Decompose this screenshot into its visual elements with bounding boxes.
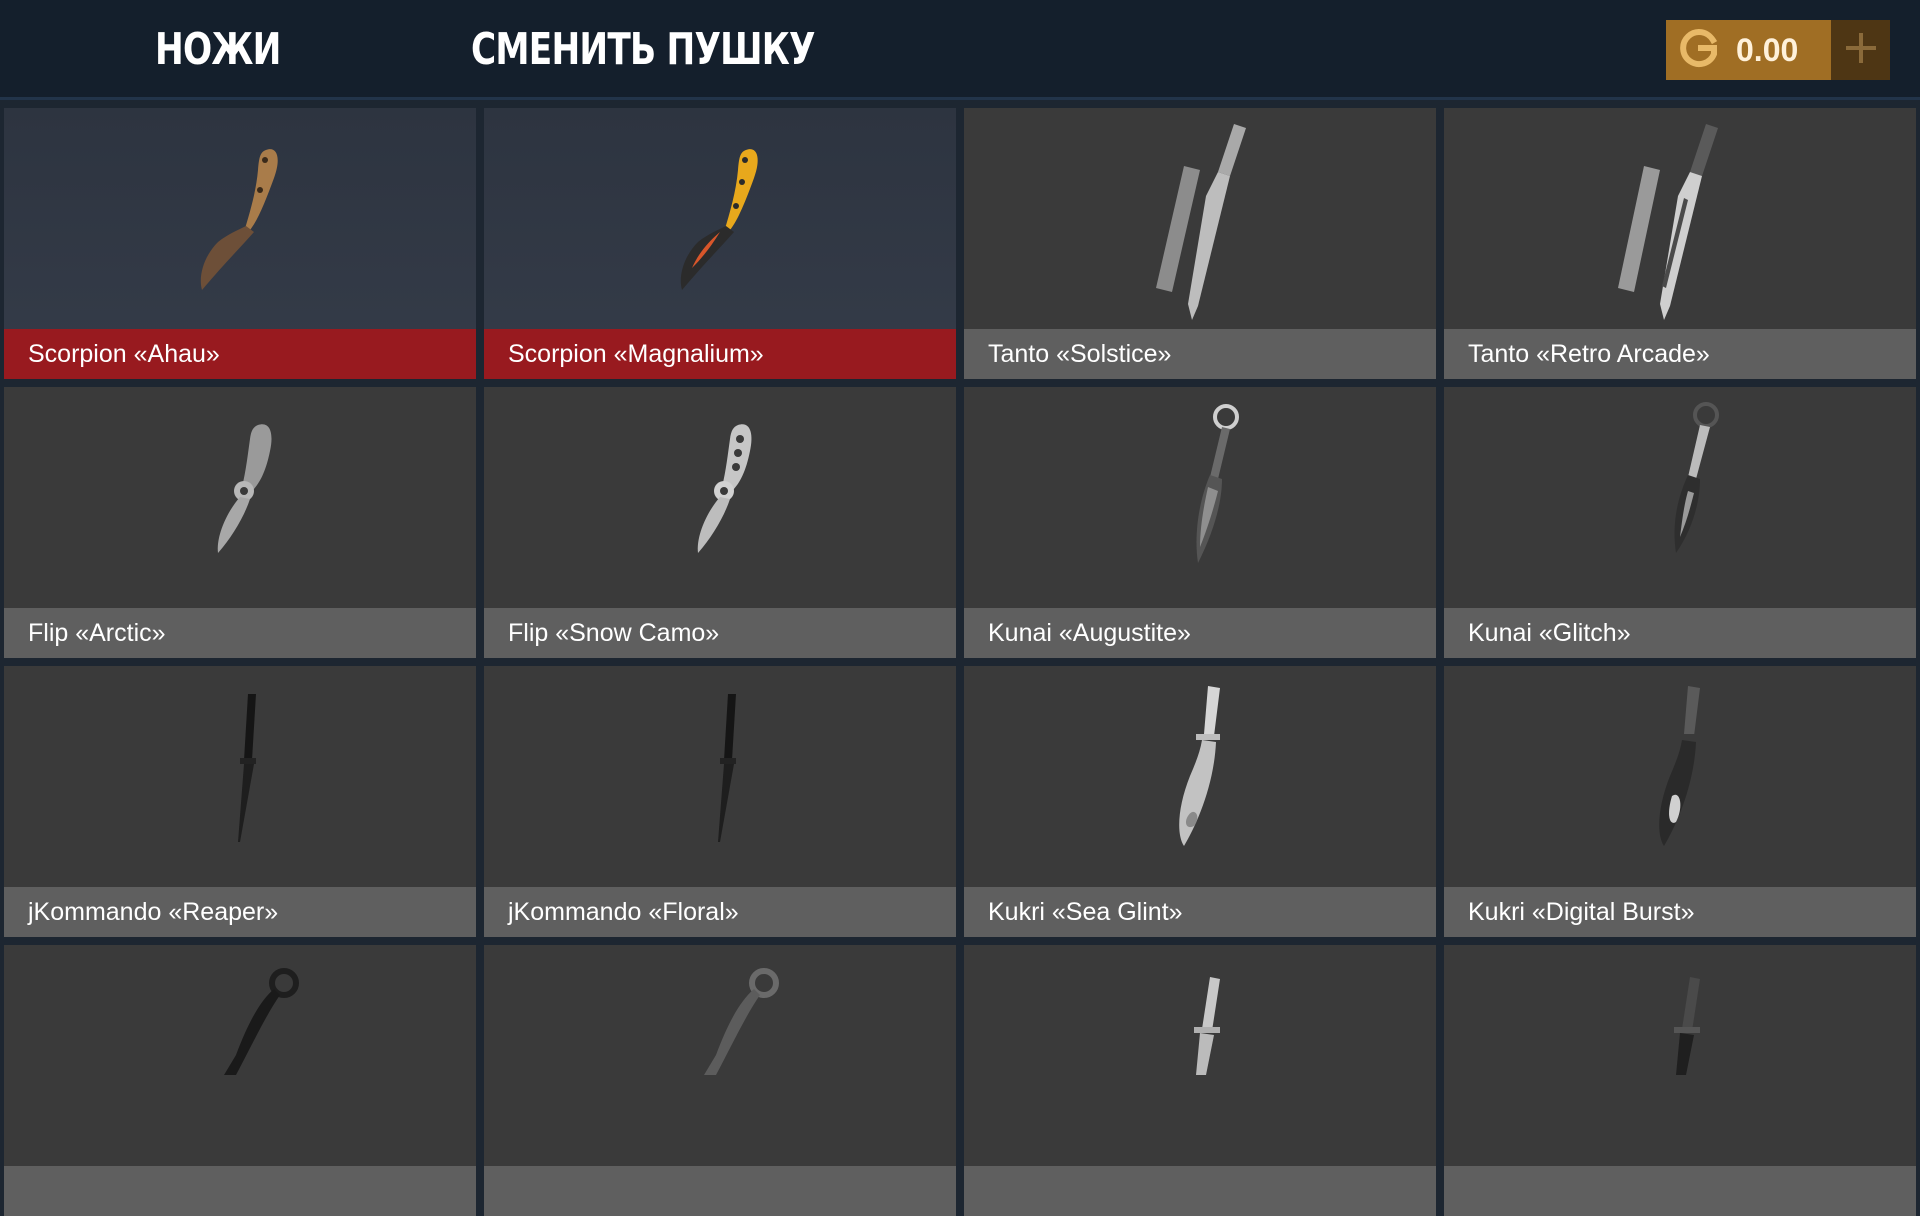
jkommando-knife-icon: [4, 666, 476, 887]
knife-label: Kunai «Glitch»: [1444, 608, 1916, 658]
balance-display: 0.00: [1666, 20, 1831, 80]
knife-label: Flip «Arctic»: [4, 608, 476, 658]
tanto-knife-icon: [1444, 108, 1916, 329]
knife-card[interactable]: [1444, 945, 1916, 1216]
knife-card[interactable]: Scorpion «Ahau»: [4, 108, 476, 379]
tanto-knife-icon: [964, 108, 1436, 329]
add-currency-button[interactable]: [1831, 20, 1890, 80]
knife-label: jKommando «Reaper»: [4, 887, 476, 937]
knife-card[interactable]: Flip «Snow Camo»: [484, 387, 956, 658]
dagger-knife-icon: [1444, 945, 1916, 1166]
knife-card[interactable]: Kunai «Glitch»: [1444, 387, 1916, 658]
knife-card[interactable]: [4, 945, 476, 1216]
knife-card[interactable]: jKommando «Floral»: [484, 666, 956, 937]
knife-label: Tanto «Solstice»: [964, 329, 1436, 379]
knife-label: [1444, 1166, 1916, 1216]
knife-card[interactable]: [484, 945, 956, 1216]
currency-balance-button[interactable]: 0.00: [1666, 20, 1890, 80]
knife-label: Flip «Snow Camo»: [484, 608, 956, 658]
knife-grid: Scorpion «Ahau» Scorpion «Magnalium» Tan…: [4, 108, 1916, 1216]
knife-card[interactable]: Kunai «Augustite»: [964, 387, 1436, 658]
knife-card[interactable]: Kukri «Digital Burst»: [1444, 666, 1916, 937]
kunai-knife-icon: [964, 387, 1436, 608]
knife-card[interactable]: Tanto «Retro Arcade»: [1444, 108, 1916, 379]
knife-label: Tanto «Retro Arcade»: [1444, 329, 1916, 379]
knife-card[interactable]: Scorpion «Magnalium»: [484, 108, 956, 379]
jkommando-knife-icon: [484, 666, 956, 887]
knife-label: Scorpion «Ahau»: [4, 329, 476, 379]
balance-value: 0.00: [1736, 31, 1799, 68]
knife-label: Scorpion «Magnalium»: [484, 329, 956, 379]
knife-card[interactable]: Flip «Arctic»: [4, 387, 476, 658]
g-coin-icon: [1680, 28, 1720, 73]
karambit-knife-icon: [484, 945, 956, 1166]
plus-icon: [1844, 31, 1878, 70]
dagger-knife-icon: [964, 945, 1436, 1166]
knife-label: [4, 1166, 476, 1216]
knife-label: Kunai «Augustite»: [964, 608, 1436, 658]
top-bar: НОЖИ СМЕНИТЬ ПУШКУ 0.00: [0, 0, 1920, 100]
scorpion-knife-icon: [484, 108, 956, 329]
knife-card[interactable]: Kukri «Sea Glint»: [964, 666, 1436, 937]
kunai-knife-icon: [1444, 387, 1916, 608]
knife-card[interactable]: Tanto «Solstice»: [964, 108, 1436, 379]
scorpion-knife-icon: [4, 108, 476, 329]
knife-label: [964, 1166, 1436, 1216]
knife-card[interactable]: jKommando «Reaper»: [4, 666, 476, 937]
tab-change-gun[interactable]: СМЕНИТЬ ПУШКУ: [471, 22, 815, 78]
flip-knife-icon: [4, 387, 476, 608]
knife-card[interactable]: [964, 945, 1436, 1216]
kukri-knife-icon: [1444, 666, 1916, 887]
tab-knives[interactable]: НОЖИ: [155, 22, 281, 78]
knife-label: jKommando «Floral»: [484, 887, 956, 937]
knife-label: [484, 1166, 956, 1216]
knife-label: Kukri «Sea Glint»: [964, 887, 1436, 937]
kukri-knife-icon: [964, 666, 1436, 887]
knife-label: Kukri «Digital Burst»: [1444, 887, 1916, 937]
karambit-knife-icon: [4, 945, 476, 1166]
flip-knife-icon: [484, 387, 956, 608]
